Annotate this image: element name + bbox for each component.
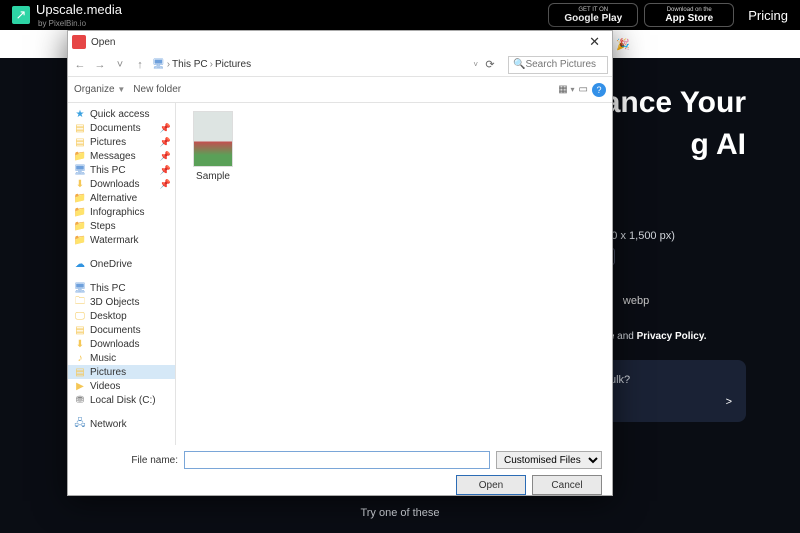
sidebar-item[interactable]: ⬇Downloads: [68, 337, 175, 351]
brand-name: Upscale.media: [36, 2, 122, 17]
sidebar-item-pictures[interactable]: ▤Pictures: [68, 365, 175, 379]
help-icon[interactable]: ?: [592, 83, 606, 97]
sidebar-item[interactable]: ▤Documents: [68, 323, 175, 337]
file-open-dialog: Open ✕ ← → ˅ ↑ 🖥 › This PC › Pictures ˅ …: [67, 30, 613, 496]
preview-pane-icon[interactable]: ▭: [579, 84, 588, 95]
sidebar-item[interactable]: ⛃Local Disk (C:): [68, 393, 175, 407]
breadcrumb-dropdown-icon[interactable]: ˅: [473, 60, 478, 69]
new-folder-button[interactable]: New folder: [133, 84, 181, 95]
breadcrumb[interactable]: 🖥 › This PC › Pictures: [152, 59, 469, 70]
search-input[interactable]: [525, 59, 607, 70]
pricing-link[interactable]: Pricing: [748, 8, 788, 23]
google-play-badge[interactable]: GET IT ON Google Play: [548, 3, 638, 27]
sidebar-item[interactable]: 📁Messages📌: [68, 149, 175, 163]
sidebar-item[interactable]: 🖵Desktop: [68, 309, 175, 323]
app-icon: [72, 35, 86, 49]
file-thumbnail[interactable]: Sample: [184, 111, 242, 182]
app-store-badge[interactable]: Download on the App Store: [644, 3, 734, 27]
brand-byline: by PixelBin.io: [38, 19, 122, 28]
upload-panel: ,500 x 1,500 px) V jpg webp Use and Priv…: [596, 230, 746, 342]
file-type-filter[interactable]: Customised Files: [496, 451, 602, 469]
dialog-footer: File name: Customised Files Open Cancel: [68, 445, 612, 501]
dialog-title: Open: [91, 37, 115, 48]
brand[interactable]: ↗ Upscale.media by PixelBin.io: [12, 2, 122, 28]
policy-text: Use and Privacy Policy.: [596, 331, 746, 342]
refresh-button[interactable]: ⟳: [482, 57, 498, 73]
network[interactable]: 🖧Network: [68, 417, 175, 431]
party-icon: 🎉: [616, 38, 630, 51]
chevron-right-icon: >: [610, 396, 732, 408]
sidebar-item[interactable]: 📁Infographics: [68, 205, 175, 219]
resolution-text: ,500 x 1,500 px): [596, 230, 746, 242]
sidebar-item[interactable]: ▶Videos: [68, 379, 175, 393]
up-button[interactable]: ↑: [132, 57, 148, 73]
dialog-toolbar: Organize ▼ New folder ▦ ▾ ▭ ?: [68, 77, 612, 103]
sidebar-item[interactable]: 📁Alternative: [68, 191, 175, 205]
sidebar-item[interactable]: 📁Steps: [68, 219, 175, 233]
organize-menu[interactable]: Organize ▼: [74, 84, 125, 95]
sample-image-icon: [193, 111, 233, 167]
search-icon: 🔍: [513, 59, 525, 70]
format-webp: webp: [623, 295, 649, 307]
filename-label: File name:: [131, 455, 178, 466]
sidebar-item[interactable]: ▤Pictures📌: [68, 135, 175, 149]
open-button[interactable]: Open: [456, 475, 526, 495]
forward-button[interactable]: →: [92, 57, 108, 73]
onedrive[interactable]: ☁OneDrive: [68, 257, 175, 271]
brand-icon: ↗: [12, 6, 30, 24]
sidebar-item[interactable]: ♪Music: [68, 351, 175, 365]
hero-title: ance Your g AI: [604, 82, 746, 166]
cancel-button[interactable]: Cancel: [532, 475, 602, 495]
sidebar-item[interactable]: 🗀3D Objects: [68, 295, 175, 309]
back-button[interactable]: ←: [72, 57, 88, 73]
view-menu-icon[interactable]: ▦ ▾: [558, 84, 574, 95]
nav-sidebar: ★Quick access ▤Documents📌 ▤Pictures📌 📁Me…: [68, 103, 176, 445]
recent-dropdown-icon[interactable]: ˅: [112, 57, 128, 73]
address-bar: ← → ˅ ↑ 🖥 › This PC › Pictures ˅ ⟳ 🔍: [68, 53, 612, 77]
app-topbar: ↗ Upscale.media by PixelBin.io GET IT ON…: [0, 0, 800, 30]
sidebar-item[interactable]: ⬇Downloads📌: [68, 177, 175, 191]
search-field[interactable]: 🔍: [508, 56, 608, 74]
bulk-card[interactable]: ulk? >: [596, 360, 746, 422]
dialog-titlebar: Open ✕: [68, 31, 612, 53]
sidebar-item[interactable]: 🖥This PC📌: [68, 163, 175, 177]
file-list[interactable]: Sample: [176, 103, 612, 445]
quick-access[interactable]: ★Quick access: [68, 107, 175, 121]
file-name: Sample: [184, 171, 242, 182]
filename-input[interactable]: [184, 451, 490, 469]
sidebar-item[interactable]: 📁Watermark: [68, 233, 175, 247]
close-button[interactable]: ✕: [581, 34, 608, 50]
sidebar-item[interactable]: ▤Documents📌: [68, 121, 175, 135]
try-caption: Try one of these: [0, 507, 800, 519]
